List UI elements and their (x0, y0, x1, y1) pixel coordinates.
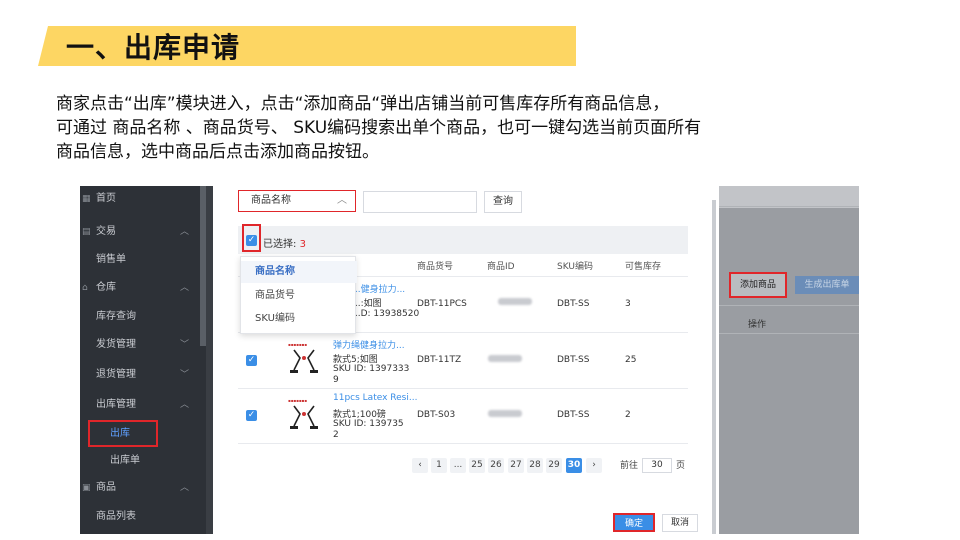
sidebar-gutter (206, 186, 213, 534)
page-button-current[interactable]: 30 (566, 458, 582, 473)
select-all-checkbox[interactable]: ✓ (246, 235, 257, 246)
grid-icon: ▦ (82, 194, 91, 204)
page-unit-label: 页 (676, 461, 686, 471)
sku-code: DBT-SS (557, 355, 590, 365)
next-page-button[interactable]: › (586, 458, 602, 473)
goto-label: 前往 (620, 461, 639, 471)
confirm-button[interactable]: 确定 (613, 513, 655, 532)
add-goods-button[interactable]: 添加商品 (729, 272, 787, 298)
description-line: 商品信息，选中商品后点击添加商品按钮。 (56, 142, 379, 162)
product-name-link[interactable]: ...健身拉力... (352, 282, 405, 295)
panel-divider (719, 333, 859, 334)
page-button[interactable]: 29 (546, 458, 562, 473)
dropdown-option-sku[interactable]: SKU编码 (241, 308, 357, 330)
panel-divider (719, 305, 859, 306)
sidebar-item-home[interactable]: ▦ 首页 (80, 188, 213, 210)
chevron-up-icon: ︿ (337, 195, 347, 206)
page-button[interactable]: 27 (508, 458, 524, 473)
row-checkbox[interactable]: ✓ (246, 410, 257, 421)
page-ellipsis[interactable]: ... (450, 458, 466, 473)
sidebar-item-trade[interactable]: ▤ 交易 ︿ (80, 221, 213, 243)
box-icon: ▣ (82, 483, 91, 493)
chevron-down-icon: ﹀ (179, 370, 189, 380)
product-thumbnail: ▪▪▪▪▪▪▪ (288, 398, 318, 429)
stock-count: 2 (625, 410, 631, 420)
product-sku-id: SKU ID: 1397333 (333, 364, 410, 374)
slide-title: 一、出库申请 (66, 31, 241, 64)
description-line: 商家点击“出库”模块进入，点击“添加商品“弹出店铺当前可售库存所有商品信息， (56, 94, 670, 114)
page-button[interactable]: 28 (527, 458, 543, 473)
column-header: 商品货号 (417, 262, 454, 272)
sidebar-item-stock-query[interactable]: 库存查询 (80, 306, 213, 328)
row-checkbox[interactable]: ✓ (246, 355, 257, 366)
sidebar-item-outbound-order[interactable]: 出库单 (80, 450, 213, 472)
dropdown-option-code[interactable]: 商品货号 (241, 285, 357, 307)
chevron-up-icon: ︿ (179, 400, 189, 410)
redacted-id (488, 410, 522, 417)
dropdown-option-name[interactable]: 商品名称 (241, 261, 357, 283)
product-sku-id-tail: 2 (333, 430, 339, 440)
query-button[interactable]: 查询 (484, 191, 522, 213)
product-thumbnail: ▪▪▪▪▪▪▪ (288, 342, 318, 373)
generate-outbound-button[interactable]: 生成出库单 (795, 276, 859, 294)
doc-icon: ▤ (82, 227, 91, 237)
stock-count: 25 (625, 355, 637, 365)
prev-page-button[interactable]: ‹ (412, 458, 428, 473)
product-sku-id: ...D: 13938520 (352, 309, 420, 319)
chevron-up-icon: ︿ (179, 483, 189, 493)
sku-code: DBT-SS (557, 410, 590, 420)
sidebar-item-goods[interactable]: ▣ 商品 ︿ (80, 477, 213, 499)
product-name-link[interactable]: 弹力绳健身拉力... (333, 338, 405, 351)
redacted-id (498, 298, 532, 305)
admin-sidebar: ▦ 首页 ▤ 交易 ︿ 销售单 ⌂ 仓库 ︿ 库存查询 发货管理 ﹀ 退货管理 … (80, 186, 213, 534)
goto-page-input[interactable]: 30 (642, 458, 672, 473)
dialog-scrollbar[interactable] (712, 200, 716, 534)
product-name-link[interactable]: 11pcs Latex Resi... (333, 393, 417, 403)
sidebar-item-shipping[interactable]: 发货管理 ﹀ (80, 334, 213, 356)
sidebar-item-returns[interactable]: 退货管理 ﹀ (80, 364, 213, 386)
panel-header (719, 186, 859, 208)
operation-column-label: 操作 (748, 320, 767, 330)
sidebar-item-warehouse[interactable]: ⌂ 仓库 ︿ (80, 277, 213, 299)
redacted-id (488, 355, 522, 362)
sidebar-item-goods-list[interactable]: 商品列表 (80, 506, 213, 528)
svg-text:▪▪▪▪▪▪▪: ▪▪▪▪▪▪▪ (288, 342, 307, 347)
highlight-outbound (88, 420, 158, 447)
chevron-up-icon: ︿ (179, 283, 189, 293)
column-header: 商品ID (487, 262, 515, 272)
selected-count-label: 已选择: 3 (263, 239, 306, 250)
lock-icon: ⌂ (82, 283, 88, 293)
page-button[interactable]: 25 (469, 458, 485, 473)
svg-text:▪▪▪▪▪▪▪: ▪▪▪▪▪▪▪ (288, 398, 307, 403)
column-header: SKU编码 (557, 262, 593, 272)
product-code: DBT-S03 (417, 410, 456, 420)
search-field-dropdown: 商品名称 商品货号 SKU编码 (240, 256, 357, 334)
product-code: DBT-11PCS (417, 299, 467, 309)
chevron-down-icon: ﹀ (179, 340, 189, 350)
stock-count: 3 (625, 299, 631, 309)
column-header: 可售库存 (625, 262, 662, 272)
sku-code: DBT-SS (557, 299, 590, 309)
description-line: 可通过 商品名称 、商品货号、 SKU编码搜索出单个商品，也可一键勾选当前页面所… (56, 118, 702, 138)
sidebar-scrollbar[interactable] (200, 186, 206, 346)
product-sku-id-tail: 9 (333, 375, 339, 385)
row-divider (238, 443, 688, 444)
selected-count: 3 (299, 239, 306, 250)
slide-description: 商家点击“出库”模块进入，点击“添加商品“弹出店铺当前可售库存所有商品信息， 可… (56, 92, 876, 164)
search-input[interactable] (363, 191, 477, 213)
chevron-up-icon: ︿ (179, 227, 189, 237)
panel-divider (719, 206, 859, 207)
outbound-page-panel (719, 186, 859, 534)
page-button[interactable]: 26 (488, 458, 504, 473)
sidebar-item-sales-order[interactable]: 销售单 (80, 249, 213, 271)
sidebar-item-outbound-mgmt[interactable]: 出库管理 ︿ (80, 394, 213, 416)
search-field-select[interactable]: 商品名称 ︿ (238, 190, 356, 212)
product-code: DBT-11TZ (417, 355, 462, 365)
page-button[interactable]: 1 (431, 458, 447, 473)
cancel-button[interactable]: 取消 (662, 514, 698, 532)
row-divider (238, 388, 688, 389)
product-sku-id: SKU ID: 139735 (333, 419, 404, 429)
